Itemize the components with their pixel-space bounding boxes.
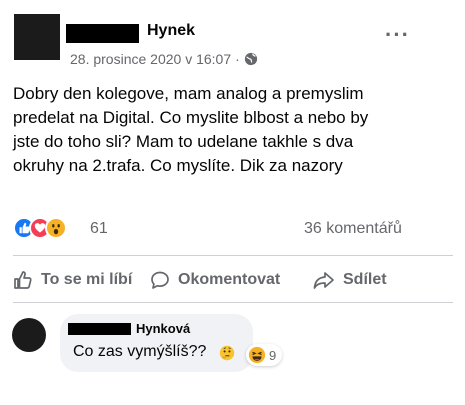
share-icon [313,270,335,290]
comment-text: Co zas vymýšlíš?? [73,343,207,360]
more-options-icon[interactable]: ··· [385,24,410,46]
post-author-avatar[interactable] [14,14,60,60]
share-label: Sdílet [343,271,387,288]
comment-reaction-count: 9 [269,347,277,363]
reaction-icons[interactable] [13,217,67,239]
post-text-line: predelat na Digital. Co myslite blbost a… [13,108,369,127]
globe-icon [244,52,258,66]
share-button[interactable]: Sdílet [313,270,387,290]
comment-label: Okomentovat [178,271,281,288]
post-meta: 28. prosince 2020 v 16:07 · [70,51,258,67]
post-author-name[interactable]: Hynek [147,22,195,40]
comment-count[interactable]: 36 komentářů [304,220,402,238]
thumbs-up-icon [13,270,33,290]
divider [13,255,453,256]
post-timestamp[interactable]: 28. prosince 2020 v 16:07 [70,51,231,67]
post-text: Dobry den kolegove, mam analog a premysl… [13,82,458,178]
comment-icon [150,270,170,290]
divider [13,302,453,303]
wow-icon [45,217,67,239]
like-button[interactable]: To se mi líbí [13,270,132,290]
comment-author-avatar[interactable] [12,318,46,352]
post-text-line: okruhy na 2.trafa. Co myslíte. Dik za na… [13,156,343,175]
redacted-name [68,323,131,335]
meta-separator: · [235,51,240,67]
comment-button[interactable]: Okomentovat [150,270,280,290]
redacted-name [66,24,139,43]
post-text-line: Dobry den kolegove, mam analog a premysl… [13,84,364,103]
reaction-count[interactable]: 61 [90,220,108,238]
post-text-line: jste do toho sli? Mam to udelane takhle … [13,132,354,151]
comment-author-name[interactable]: Hynková [136,321,190,336]
comment-reactions[interactable]: 9 [246,344,283,366]
haha-icon [248,346,266,364]
like-label: To se mi líbí [41,271,133,288]
thinking-face-icon [219,345,235,361]
